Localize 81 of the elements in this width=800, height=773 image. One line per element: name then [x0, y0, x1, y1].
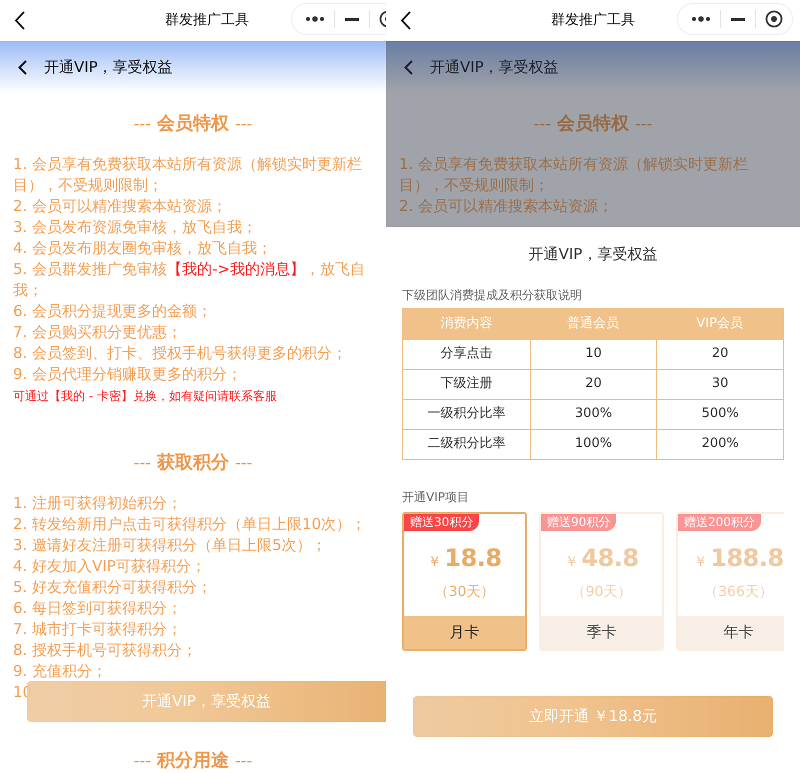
- list-item: 5. 会员群发推广免审核【我的->我的消息】，放飞自我；: [13, 259, 366, 301]
- table-cell-text: 下级注册: [439, 375, 494, 394]
- list-item: 3. 会员发布资源免审核，放飞自我；: [13, 217, 258, 238]
- list-item: 6. 会员积分提现更多的金额；: [13, 301, 212, 322]
- currency-sign: ￥: [564, 552, 578, 572]
- plan-name: 月卡: [404, 616, 525, 648]
- list-item: 8. 授权手机号可获得积分；: [13, 640, 198, 661]
- list-item: 1. 注册可获得初始积分；: [13, 493, 182, 514]
- title-dashes: ---: [235, 452, 252, 474]
- section-title: 获取积分: [157, 451, 229, 475]
- list-item: 4. 好友加入VIP可获得积分；: [13, 556, 206, 577]
- back-icon[interactable]: [14, 11, 26, 30]
- title-dashes: ---: [134, 112, 151, 134]
- column-header: 普通会员: [566, 314, 620, 333]
- page-title: 开通VIP，享受权益: [44, 56, 173, 78]
- minimize-icon[interactable]: [731, 18, 745, 20]
- column-header: 消费内容: [439, 314, 494, 333]
- bonus-tag: 赠送90积分: [541, 514, 616, 530]
- plan-duration: （90天）: [572, 582, 632, 602]
- table-cell-text: 二级积分比率: [426, 435, 506, 454]
- plan-price: 188.8: [710, 542, 784, 574]
- page-title: 开通VIP，享受权益: [430, 56, 559, 78]
- plan-duration: （366天）: [704, 582, 773, 602]
- bonus-tag: 赠送200积分: [678, 514, 761, 530]
- title-dashes: ---: [534, 112, 551, 134]
- list-item: 7. 城市打卡可获得积分；: [13, 619, 182, 640]
- table-cell: 200%: [656, 430, 783, 458]
- back-icon[interactable]: [18, 60, 27, 74]
- plan-price: 48.8: [581, 542, 639, 574]
- currency-sign: ￥: [693, 552, 708, 572]
- list-item: 7. 会员购买积分更优惠；: [13, 322, 182, 343]
- section-title: 会员特权: [557, 112, 629, 136]
- nav-title: 群发推广工具: [550, 11, 636, 30]
- table-cell: 100%: [530, 430, 656, 458]
- currency-sign: ￥: [427, 552, 442, 572]
- plan-duration: （30天）: [434, 582, 494, 602]
- plans-caption: 开通VIP项目: [401, 488, 470, 506]
- more-icon[interactable]: [305, 16, 325, 22]
- nav-title: 群发推广工具: [164, 11, 250, 30]
- section-title: 积分用途: [157, 749, 229, 773]
- list-item: 9. 充值积分；: [13, 661, 108, 682]
- table-caption: 下级团队消费提成及积分获取说明: [401, 286, 583, 304]
- column-header: VIP会员: [695, 314, 744, 333]
- minimize-icon[interactable]: [345, 18, 359, 20]
- list-item: 1. 会员享有免费获取本站所有资源（解锁实时更新栏目），不受规则限制；: [399, 154, 750, 196]
- more-icon[interactable]: [691, 16, 711, 22]
- title-dashes: ---: [235, 112, 252, 134]
- table-cell-text: 分享点击: [439, 345, 494, 364]
- plan-card[interactable]: 赠送90积分 ￥48.8 （90天） 季卡: [539, 512, 664, 650]
- sheet-title: 开通VIP，享受权益: [528, 244, 658, 265]
- list-item: 2. 转发给新用户点击可获得积分（单日上限10次）；: [13, 514, 366, 535]
- list-item: 1. 会员享有免费获取本站所有资源（解锁实时更新栏目），不受规则限制；: [13, 154, 364, 196]
- bonus-tag: 赠送30积分: [404, 514, 480, 530]
- list-item: 9. 会员代理分销赚取更多的积分；: [13, 364, 242, 385]
- title-dashes: ---: [134, 750, 151, 772]
- list-item: 8. 会员签到、打卡、授权手机号获得更多的积分；: [13, 343, 348, 364]
- list-item: 5. 好友充值积分可获得积分；: [13, 577, 212, 598]
- title-dashes: ---: [235, 750, 252, 772]
- title-dashes: ---: [635, 112, 652, 134]
- list-item: 2. 会员可以精准搜索本站资源；: [399, 196, 614, 217]
- table-cell: 30: [656, 370, 783, 398]
- list-item: 4. 会员发布朋友圈免审核，放飞自我；: [13, 238, 272, 259]
- plan-card[interactable]: 赠送30积分 ￥18.8 （30天） 月卡: [402, 512, 527, 650]
- plan-name: 年卡: [678, 616, 784, 648]
- section-title: 会员特权: [157, 112, 229, 136]
- table-cell: 500%: [656, 400, 783, 428]
- plan-name: 季卡: [541, 616, 662, 648]
- list-item: 3. 邀请好友注册可获得积分（单日上限5次）；: [13, 535, 327, 556]
- note-text: 可通过【我的 - 卡密】兑换，如有疑问请联系客服: [12, 388, 278, 405]
- list-item: 6. 每日签到可获得积分；: [13, 598, 182, 619]
- list-item: 2. 会员可以精准搜索本站资源；: [13, 196, 228, 217]
- table-cell: 20: [656, 340, 783, 368]
- back-icon[interactable]: [400, 11, 412, 30]
- table-cell: 10: [530, 340, 656, 368]
- table-cell: 300%: [530, 400, 656, 428]
- plan-card[interactable]: 赠送200积分 ￥188.8 （366天） 年卡: [676, 512, 784, 650]
- plan-price: 18.8: [444, 542, 502, 574]
- table-cell: 20: [530, 370, 656, 398]
- table-cell-text: 一级积分比率: [426, 405, 506, 424]
- title-dashes: ---: [134, 452, 151, 474]
- close-icon[interactable]: [765, 10, 783, 28]
